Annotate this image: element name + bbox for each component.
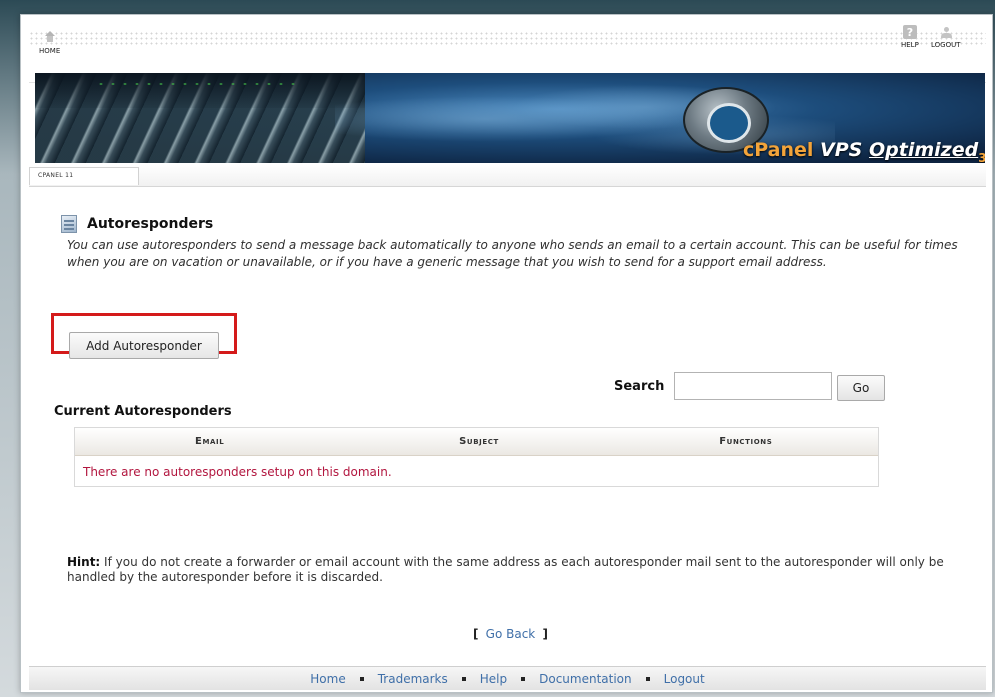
footer-separator: [461, 676, 466, 681]
go-back-link[interactable]: Go Back: [483, 627, 539, 641]
footer-logout-link[interactable]: Logout: [664, 672, 705, 686]
go-back-container: [ Go Back ]: [473, 627, 548, 641]
home-icon: [43, 31, 57, 45]
hint-prefix: Hint:: [67, 555, 101, 569]
autoresponders-table: Email Subject Functions There are no aut…: [74, 427, 879, 487]
home-nav-label: HOME: [39, 47, 61, 55]
footer-links: Home Trademarks Help Documentation Logou…: [29, 666, 986, 690]
page-header: Autoresponders: [61, 215, 213, 233]
add-autoresponder-button[interactable]: Add Autoresponder: [69, 332, 219, 359]
footer-separator: [359, 676, 364, 681]
column-header-subject: Subject: [459, 436, 499, 447]
hint-text: Hint: If you do not create a forwarder o…: [67, 555, 967, 585]
logout-nav-button[interactable]: LOGOUT: [931, 25, 961, 49]
logo-vps: VPS: [813, 139, 869, 161]
logo-sub: 3: [978, 151, 985, 163]
column-header-functions: Functions: [719, 436, 773, 447]
page-description: You can use autoresponders to send a mes…: [67, 238, 958, 269]
empty-table-message: There are no autoresponders setup on thi…: [83, 465, 392, 479]
help-nav-label: HELP: [901, 41, 919, 49]
logout-icon: [939, 25, 953, 39]
cpanel-window: HOME ? HELP LOGOUT cPanel VPS Optimized3…: [20, 14, 993, 693]
autoresponder-icon: [61, 215, 77, 233]
search-input[interactable]: [674, 372, 832, 400]
current-autoresponders-title: Current Autoresponders: [54, 404, 232, 419]
footer-home-link[interactable]: Home: [310, 672, 345, 686]
help-nav-button[interactable]: ? HELP: [901, 25, 919, 49]
search-label: Search: [614, 379, 665, 394]
footer-separator: [521, 676, 526, 681]
go-back-open-bracket: [: [473, 627, 479, 641]
header-banner: cPanel VPS Optimized3: [35, 73, 985, 163]
breadcrumb-bar: CPANEL 11: [29, 165, 986, 187]
hint-body: If you do not create a forwarder or emai…: [67, 555, 944, 584]
breadcrumb-cpanel-tab[interactable]: CPANEL 11: [29, 167, 139, 185]
cpanel-vps-logo-text: cPanel VPS Optimized3: [743, 139, 985, 163]
page-title: Autoresponders: [87, 216, 214, 232]
help-icon: ?: [902, 25, 917, 39]
footer-documentation-link[interactable]: Documentation: [539, 672, 632, 686]
home-nav-button[interactable]: HOME: [39, 31, 60, 55]
column-header-email: Email: [195, 436, 225, 447]
footer-help-link[interactable]: Help: [480, 672, 507, 686]
footer-separator: [645, 676, 650, 681]
table-header: Email Subject Functions: [75, 428, 878, 456]
top-bar-pattern: [29, 31, 986, 45]
go-button[interactable]: Go: [837, 375, 885, 401]
footer-trademarks-link[interactable]: Trademarks: [378, 672, 448, 686]
status-leds: [95, 81, 295, 87]
logo-optimized: Optimized: [868, 139, 979, 161]
go-back-close-bracket: ]: [542, 627, 548, 641]
logout-nav-label: LOGOUT: [931, 41, 961, 49]
logo-brand: cPanel: [743, 139, 814, 161]
